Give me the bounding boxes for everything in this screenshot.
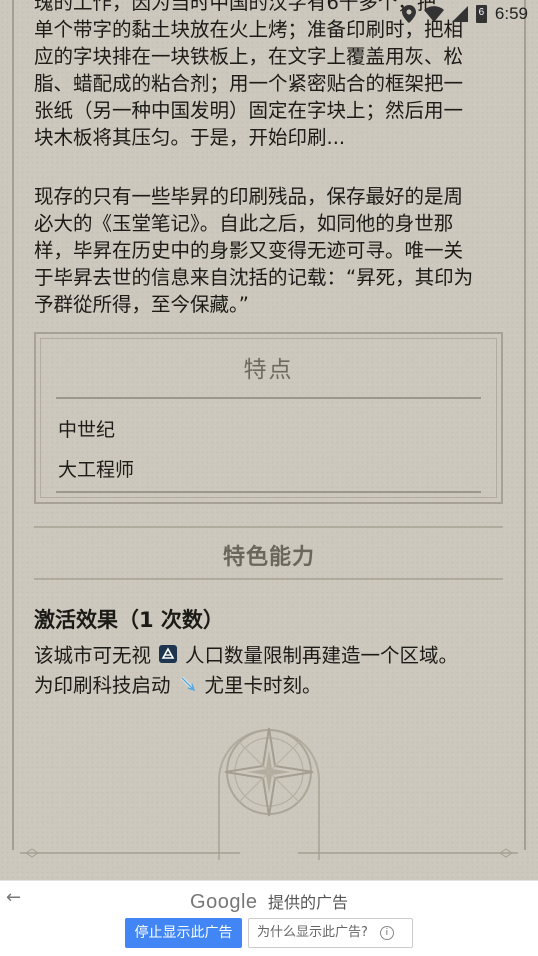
cellular-signal-icon — [451, 6, 468, 22]
battery-level: 6 — [478, 7, 485, 18]
ad-attribution: Google 提供的广告 — [0, 889, 538, 914]
status-bar: 6 6:59 — [0, 0, 538, 28]
article-paragraph-2: 现存的只有一些毕昇的印刷残品，保存最好的是周 必大的《玉堂笔记》。自此之后，如同… — [34, 183, 506, 318]
district-icon — [159, 644, 178, 663]
divider — [34, 526, 503, 528]
trait-item-class: 大工程师 — [58, 459, 135, 481]
info-icon: i — [379, 926, 394, 940]
why-this-ad-label: 为什么显示此广告? — [257, 925, 368, 940]
ad-provided-label: 提供的广告 — [267, 895, 348, 912]
compass-emblem — [218, 727, 320, 860]
trait-item-era: 中世纪 — [58, 419, 116, 441]
wifi-icon — [423, 6, 444, 22]
why-this-ad-button[interactable]: 为什么显示此广告? i — [248, 918, 413, 948]
text-line: 予群從所得，至今保藏。” — [34, 293, 249, 316]
location-icon — [401, 5, 416, 23]
parchment-page: 6 6:59 瑰的工作，因为当时中国的汉字有6千多个，把 单个带字的黏土块放在火… — [0, 0, 538, 880]
frame-border-left — [0, 0, 14, 850]
effect-description-line: 为印刷科技启动 尤里卡时刻。 — [34, 669, 322, 698]
text-line: 于毕昇去世的信息来自沈括的记载：“昇死，其印为 — [34, 266, 474, 289]
google-logo: Google — [190, 891, 258, 913]
text-line: 应的字块排在一块铁板上，在文字上覆盖用灰、松 — [34, 45, 464, 68]
effect-text: 人口数量限制再建造一个区域。 — [185, 644, 459, 667]
text-line: 必大的《玉堂笔记》。自此之后，如同他的身世那 — [34, 212, 454, 235]
traits-card: 特点 中世纪 大工程师 — [34, 332, 503, 504]
text-line: 样，毕昇在历史中的身影又变得无迹可寻。唯一关 — [34, 239, 464, 262]
battery-icon: 6 — [475, 5, 487, 23]
effect-text: 该城市可无视 — [34, 644, 152, 667]
divider — [34, 578, 503, 580]
text-line: 张纸（另一种中国发明）固定在字块上；然后用一 — [34, 99, 464, 122]
abilities-title: 特色能力 — [222, 545, 315, 570]
effect-title: 激活效果（1 次数） — [34, 608, 224, 632]
text-line: 脂、蜡配成的粘合剂；用一个紧密贴合的框架把一 — [34, 72, 464, 95]
frame-border-bottom — [20, 848, 518, 858]
status-clock: 6:59 — [494, 4, 528, 23]
text-line: 现存的只有一些毕昇的印刷残品，保存最好的是周 — [34, 185, 464, 208]
ad-feedback-bar: ← Google 提供的广告 停止显示此广告 为什么显示此广告? i — [0, 880, 538, 956]
stop-showing-ad-button[interactable]: 停止显示此广告 — [125, 918, 242, 948]
effect-text: 尤里卡时刻。 — [204, 674, 322, 697]
effect-text: 为印刷科技启动 — [34, 674, 171, 697]
frame-border-right — [524, 0, 538, 850]
text-line: 块木板将其压匀。于是，开始印刷... — [34, 126, 346, 149]
traits-title: 特点 — [243, 357, 294, 383]
divider — [56, 491, 481, 493]
eureka-icon — [180, 676, 195, 691]
divider — [56, 397, 481, 399]
effect-description-line: 该城市可无视 人口数量限制再建造一个区域。 — [34, 639, 458, 668]
